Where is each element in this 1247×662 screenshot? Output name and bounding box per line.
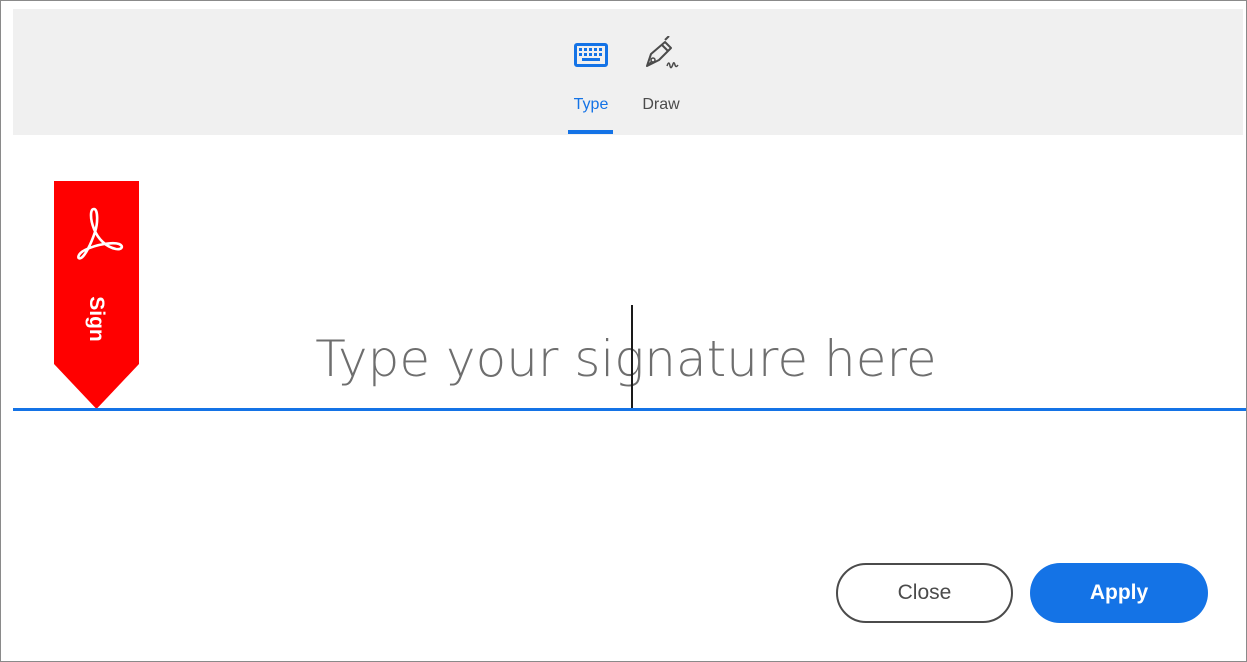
- tab-type-label: Type: [573, 96, 609, 113]
- tab-draw[interactable]: Draw: [635, 9, 687, 135]
- selected-tab-indicator: [568, 130, 613, 134]
- signature-mode-tabs: Type Draw: [13, 9, 1243, 135]
- acrobat-logo-icon: [67, 201, 127, 261]
- signature-dialog: Type Draw Sign Type your signature here …: [0, 0, 1247, 662]
- signature-input[interactable]: [151, 321, 1101, 397]
- tab-draw-label: Draw: [642, 96, 680, 113]
- tab-type[interactable]: Type: [565, 9, 617, 135]
- sign-badge: Sign: [54, 181, 139, 409]
- keyboard-icon: [571, 35, 611, 75]
- apply-button[interactable]: Apply: [1030, 563, 1208, 623]
- text-caret: [631, 305, 633, 411]
- pen-signature-icon: [641, 35, 681, 75]
- signature-baseline: [13, 408, 1246, 411]
- close-button[interactable]: Close: [836, 563, 1013, 623]
- badge-label: Sign: [85, 296, 108, 342]
